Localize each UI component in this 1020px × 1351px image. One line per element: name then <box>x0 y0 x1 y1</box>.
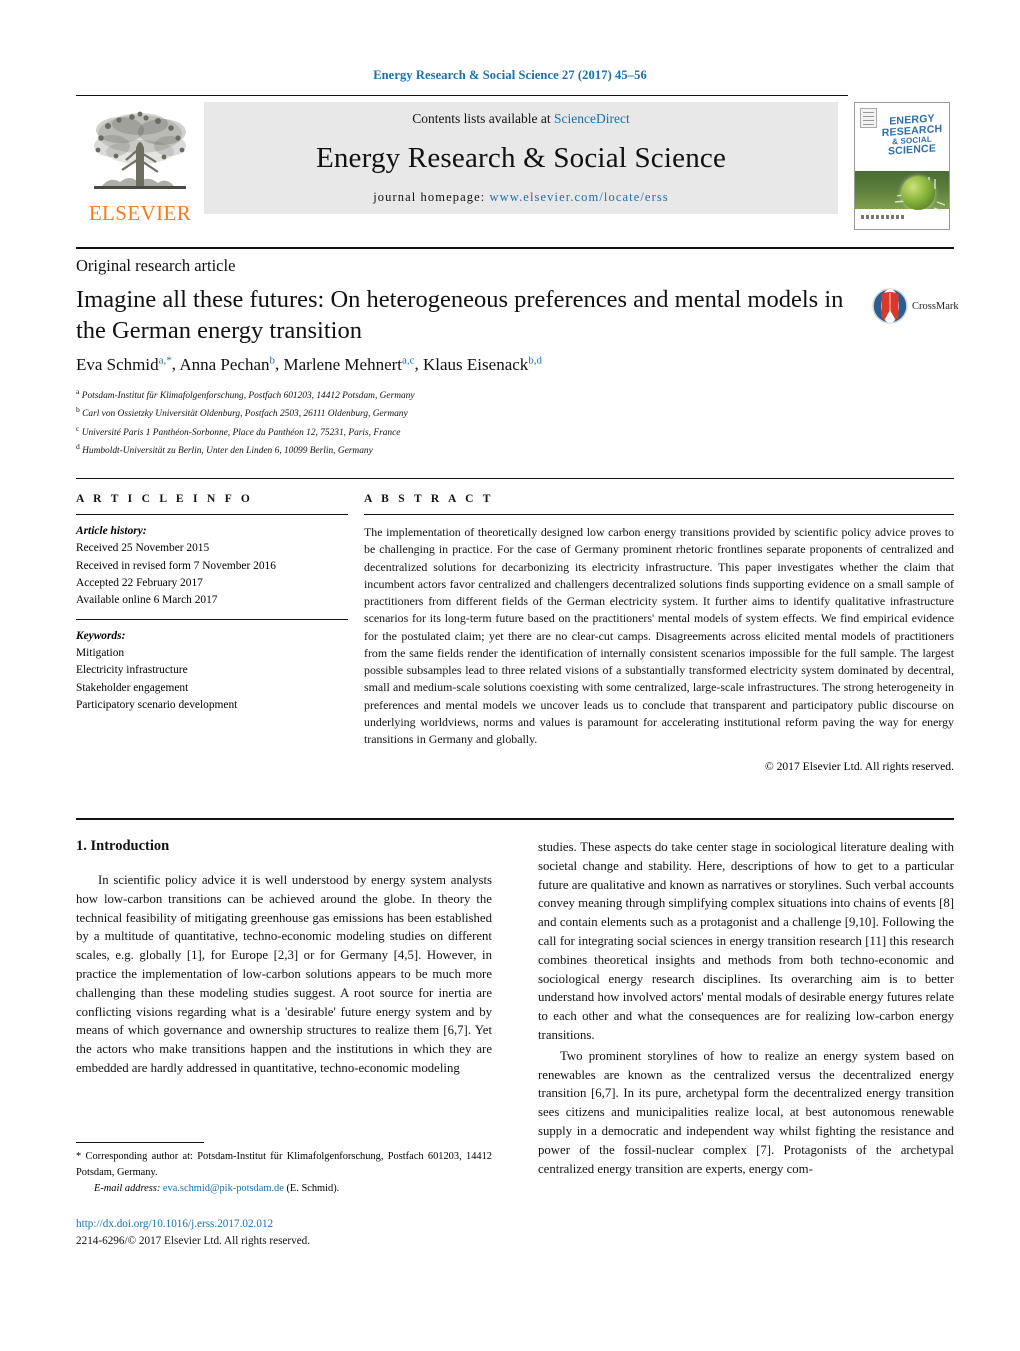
keyword-item: Participatory scenario development <box>76 698 238 711</box>
column-gap <box>348 493 364 773</box>
sciencedirect-link[interactable]: ScienceDirect <box>554 111 630 126</box>
elsevier-logo: ELSEVIER <box>76 102 204 226</box>
author-item: Klaus Eisenackb,d <box>423 354 543 374</box>
article-info-column: A R T I C L E I N F O Article history: R… <box>76 493 348 773</box>
title-top-rule <box>76 247 954 249</box>
article-history-label: Article history: <box>76 525 147 537</box>
elsevier-tree-icon <box>94 111 186 189</box>
history-item: Received 25 November 2015 <box>76 542 210 555</box>
keywords-block: Keywords: Mitigation Electricity infrast… <box>76 628 348 715</box>
footnote-block: * Corresponding author at: Potsdam-Insti… <box>76 1142 492 1194</box>
body-column-right: studies. These aspects do take center st… <box>538 838 954 1180</box>
keyword-item: Electricity infrastructure <box>76 664 188 677</box>
affiliation-item: b Carl von Ossietzky Universität Oldenbu… <box>76 405 408 420</box>
journal-homepage: journal homepage: www.elsevier.com/locat… <box>373 190 669 205</box>
author-item: Eva Schmida,* <box>76 354 172 374</box>
cover-globe-icon <box>901 176 935 211</box>
info-abstract-block: A R T I C L E I N F O Article history: R… <box>76 478 954 773</box>
section-heading-introduction: 1. Introduction <box>76 838 170 854</box>
history-item: Received in revised form 7 November 2016 <box>76 559 276 572</box>
affiliation-item: c Université Paris 1 Panthéon-Sorbonne, … <box>76 423 401 438</box>
page-title: Imagine all these futures: On heterogene… <box>76 286 844 345</box>
body-column-left: 1. Introduction In scientific policy adv… <box>76 838 492 1180</box>
body-columns: 1. Introduction In scientific policy adv… <box>76 838 954 1180</box>
paragraph: studies. These aspects do take center st… <box>538 840 954 1042</box>
history-item: Accepted 22 February 2017 <box>76 576 203 589</box>
homepage-label: journal homepage: <box>373 190 490 204</box>
journal-cover-thumbnail: ENERGY RESEARCH & SOCIAL SCIENCE <box>854 102 954 230</box>
keyword-item: Mitigation <box>76 646 125 659</box>
corresponding-author-note: * Corresponding author at: Potsdam-Insti… <box>76 1151 492 1178</box>
affiliation-list: a Potsdam-Institut für Klimafolgenforsch… <box>76 386 776 459</box>
author-list: Eva Schmida,*, Anna Pechanb, Marlene Meh… <box>76 354 543 374</box>
email-label: E-mail address: <box>94 1183 161 1195</box>
author-item: Anna Pechanb <box>179 354 276 374</box>
crossmark-label: CrossMark <box>912 300 959 312</box>
email-suffix: (E. Schmid). <box>286 1183 340 1195</box>
doi-link[interactable]: http://dx.doi.org/10.1016/j.erss.2017.02… <box>76 1216 516 1233</box>
affiliation-item: a Potsdam-Institut für Klimafolgenforsch… <box>76 387 415 402</box>
abstract-rule <box>364 514 954 515</box>
homepage-url[interactable]: www.elsevier.com/locate/erss <box>490 190 669 204</box>
abstract-bottom-rule <box>76 818 954 820</box>
doi-block: http://dx.doi.org/10.1016/j.erss.2017.02… <box>76 1216 516 1250</box>
cover-footer-text <box>861 215 905 219</box>
footnote-rule <box>76 1142 204 1143</box>
history-item: Available online 6 March 2017 <box>76 594 218 607</box>
paragraph: Two prominent storylines of how to reali… <box>538 1048 954 1176</box>
paragraph: In scientific policy advice it is well u… <box>76 873 492 1075</box>
info-top-rule <box>76 478 954 479</box>
abstract-column: A B S T R A C T The implementation of th… <box>364 493 954 773</box>
crossmark-badge[interactable]: CrossMark <box>872 288 959 324</box>
issn-copyright: 2214-6296/© 2017 Elsevier Ltd. All right… <box>76 1234 311 1247</box>
elsevier-wordmark: ELSEVIER <box>88 201 192 225</box>
article-history: Article history: Received 25 November 20… <box>76 523 348 610</box>
email-note: E-mail address: eva.schmid@pik-potsdam.d… <box>76 1183 492 1194</box>
running-head: Energy Research & Social Science 27 (201… <box>373 68 647 82</box>
body-column-gap <box>492 838 538 1180</box>
header-top-rule <box>76 95 848 96</box>
cover-publisher-badge-icon <box>860 108 877 128</box>
article-page: Energy Research & Social Science 27 (201… <box>0 0 1020 1351</box>
abstract-heading: A B S T R A C T <box>364 493 494 505</box>
article-info-heading: A R T I C L E I N F O <box>76 493 254 505</box>
affiliation-item: d Humboldt-Universität zu Berlin, Unter … <box>76 442 373 457</box>
cover-title: ENERGY RESEARCH & SOCIAL SCIENCE <box>881 112 943 159</box>
abstract-text: The implementation of theoretically desi… <box>364 525 954 746</box>
keywords-label: Keywords: <box>76 629 126 642</box>
author-item: Marlene Mehnerta,c <box>283 354 415 374</box>
email-link[interactable]: eva.schmid@pik-potsdam.de <box>163 1183 284 1194</box>
article-type: Original research article <box>76 256 236 275</box>
crossmark-icon <box>872 288 908 324</box>
contents-prefix: Contents lists available at <box>412 111 554 126</box>
contents-line: Contents lists available at ScienceDirec… <box>412 111 629 127</box>
keywords-rule <box>76 618 348 620</box>
journal-banner: Contents lists available at ScienceDirec… <box>204 102 838 214</box>
journal-title: Energy Research & Social Science <box>315 142 727 174</box>
article-info-rule <box>76 514 348 515</box>
keyword-item: Stakeholder engagement <box>76 681 189 694</box>
journal-header: ELSEVIER Contents lists available at Sci… <box>76 95 954 230</box>
abstract-copyright: © 2017 Elsevier Ltd. All rights reserved… <box>764 760 954 774</box>
